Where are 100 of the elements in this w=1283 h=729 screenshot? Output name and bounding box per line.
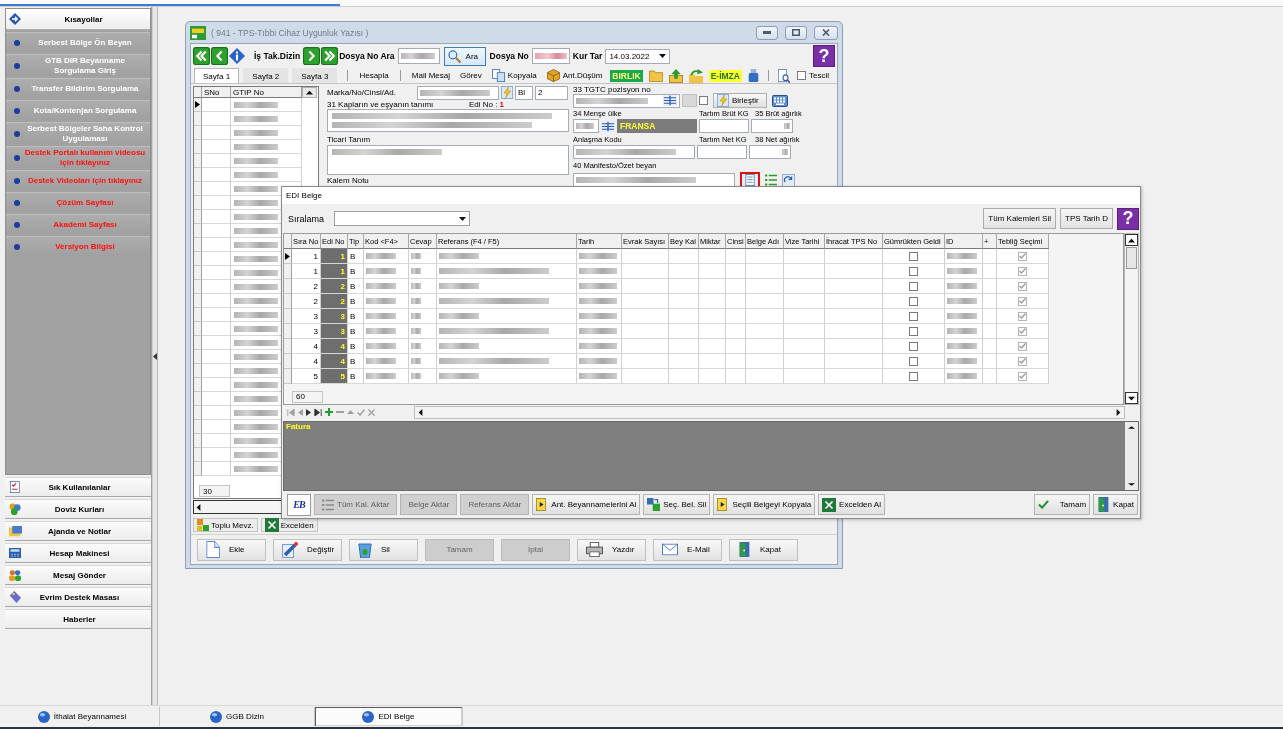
tool-item[interactable]: Hesap Makinesi [5, 543, 151, 563]
search-button[interactable]: Ara [443, 46, 486, 66]
checkbox[interactable] [909, 311, 918, 321]
scroll-up-icon[interactable] [306, 90, 313, 95]
scrollbar-track[interactable] [414, 405, 1125, 419]
tool-item[interactable]: Mesaj Gönder [5, 565, 151, 585]
lookup-field[interactable] [573, 93, 680, 108]
caret-up-icon[interactable] [347, 410, 354, 414]
tool-button[interactable]: Seç. Bel. Sil [643, 494, 711, 515]
bulk-button[interactable]: Toplu Mevz. [193, 518, 258, 532]
list-icon[interactable] [765, 174, 777, 186]
ok-button[interactable]: Tamam [1034, 494, 1091, 515]
text-area[interactable] [327, 109, 569, 132]
minimize-button[interactable] [756, 25, 778, 40]
next-record-icon[interactable] [306, 408, 311, 416]
action-button[interactable]: Kopyala [486, 68, 542, 83]
checkbox[interactable] [909, 281, 918, 291]
checkbox[interactable] [909, 341, 918, 351]
form-button[interactable]: Yazdır [577, 538, 646, 561]
action-button[interactable]: Mail Mesaj [406, 68, 455, 83]
date-dropdown[interactable]: 14.03.2022 [605, 48, 671, 64]
checkbox[interactable] [909, 326, 918, 336]
lookup-field[interactable] [573, 119, 599, 133]
tool-item[interactable]: Sık Kullanılanlar [5, 477, 151, 497]
check-icon[interactable] [357, 408, 365, 416]
file-number-field[interactable] [531, 48, 570, 64]
exit-button[interactable]: Kapat [1093, 494, 1138, 515]
splitter-bar[interactable] [152, 7, 158, 705]
checkbox[interactable] [1018, 296, 1027, 306]
checkbox[interactable] [909, 356, 918, 366]
checkbox[interactable] [1018, 371, 1027, 381]
double-chevron-left-icon[interactable] [193, 47, 210, 65]
checkbox[interactable] [1018, 281, 1027, 291]
folder-icon[interactable] [648, 69, 663, 82]
checkbox[interactable] [1018, 251, 1027, 261]
text-field[interactable] [417, 85, 499, 100]
last-record-icon[interactable] [314, 408, 322, 416]
plus-icon[interactable] [325, 408, 333, 416]
refresh-icon[interactable] [782, 173, 795, 187]
scroll-up-button[interactable] [302, 87, 317, 98]
usb-drive-icon[interactable] [747, 69, 759, 82]
scroll-up-icon[interactable] [1128, 425, 1135, 430]
scroll-thumb[interactable] [1126, 247, 1137, 269]
scrollbar-track[interactable] [1124, 233, 1139, 405]
document-search-icon[interactable] [777, 68, 790, 83]
action-button[interactable]: Hesapla [354, 68, 394, 83]
checkbox[interactable] [699, 96, 708, 105]
tab[interactable]: Sayfa 2 [243, 68, 289, 83]
tab[interactable]: Sayfa 1 [194, 68, 240, 83]
close-button[interactable] [814, 25, 838, 40]
checkbox[interactable] [909, 266, 918, 276]
maximize-button[interactable] [785, 25, 807, 40]
checkbox[interactable] [909, 296, 918, 306]
double-chevron-right-icon[interactable] [321, 47, 339, 65]
taskbar-item[interactable]: EDI Belge [315, 707, 463, 726]
checkbox[interactable] [909, 251, 918, 261]
chevron-left-icon[interactable] [211, 47, 228, 65]
form-button[interactable]: Sil [349, 538, 418, 561]
checkbox[interactable] [1018, 266, 1027, 276]
form-button[interactable]: Ekle [197, 538, 266, 561]
scroll-down-icon[interactable] [1128, 482, 1135, 487]
text-field[interactable] [573, 145, 695, 159]
checkbox[interactable] [796, 71, 806, 80]
taskbar-item[interactable]: İthalat Beyannamesi [5, 707, 160, 726]
scroll-left-icon[interactable] [196, 503, 201, 511]
text-field[interactable] [573, 173, 735, 187]
close-icon[interactable] [368, 408, 375, 416]
text-area[interactable] [327, 145, 569, 175]
text-field[interactable] [749, 145, 791, 159]
help-button[interactable]: ? [1117, 207, 1139, 230]
tool-button[interactable]: Seçili Belgeyi Kopyala [713, 494, 816, 515]
tab[interactable]: Sayfa 3 [292, 68, 338, 83]
keyboard-icon[interactable] [772, 94, 788, 107]
lightning-icon[interactable] [501, 86, 513, 99]
checkbox[interactable] [1018, 311, 1027, 321]
scroll-up-icon[interactable] [1128, 237, 1135, 243]
scroll-left-icon[interactable] [418, 408, 423, 416]
text-field[interactable]: 2 [535, 85, 568, 100]
text-field[interactable] [751, 119, 793, 133]
merge-button[interactable]: Birleştir [713, 93, 767, 108]
scroll-right-icon[interactable] [1116, 408, 1121, 416]
checkbox[interactable] [1018, 341, 1027, 351]
tool-item[interactable]: Doviz Kurları [5, 499, 151, 519]
tool-item[interactable]: Evrim Destek Masası [5, 587, 151, 607]
table-icon[interactable] [663, 95, 677, 106]
form-button[interactable]: Değiştir [273, 538, 342, 561]
first-record-icon[interactable] [287, 408, 295, 416]
delete-all-button[interactable]: Tüm Kalemleri Sil [983, 208, 1056, 229]
text-field[interactable] [699, 119, 749, 133]
help-button[interactable]: ? [813, 45, 835, 67]
scroll-down-icon[interactable] [1128, 395, 1135, 401]
tool-item[interactable]: Haberler [5, 609, 151, 629]
table-icon[interactable] [601, 120, 615, 132]
e-signature-badge[interactable]: E-İMZA [708, 69, 742, 82]
text-field[interactable] [697, 145, 747, 159]
tool-button[interactable]: Excelden Al [818, 494, 885, 515]
text-field[interactable]: Bl [515, 85, 533, 100]
tps-date-button[interactable]: TPS Tarih D [1060, 208, 1113, 229]
action-button[interactable]: Ant.Düşüm [541, 68, 608, 83]
info-icon[interactable] [229, 48, 245, 64]
